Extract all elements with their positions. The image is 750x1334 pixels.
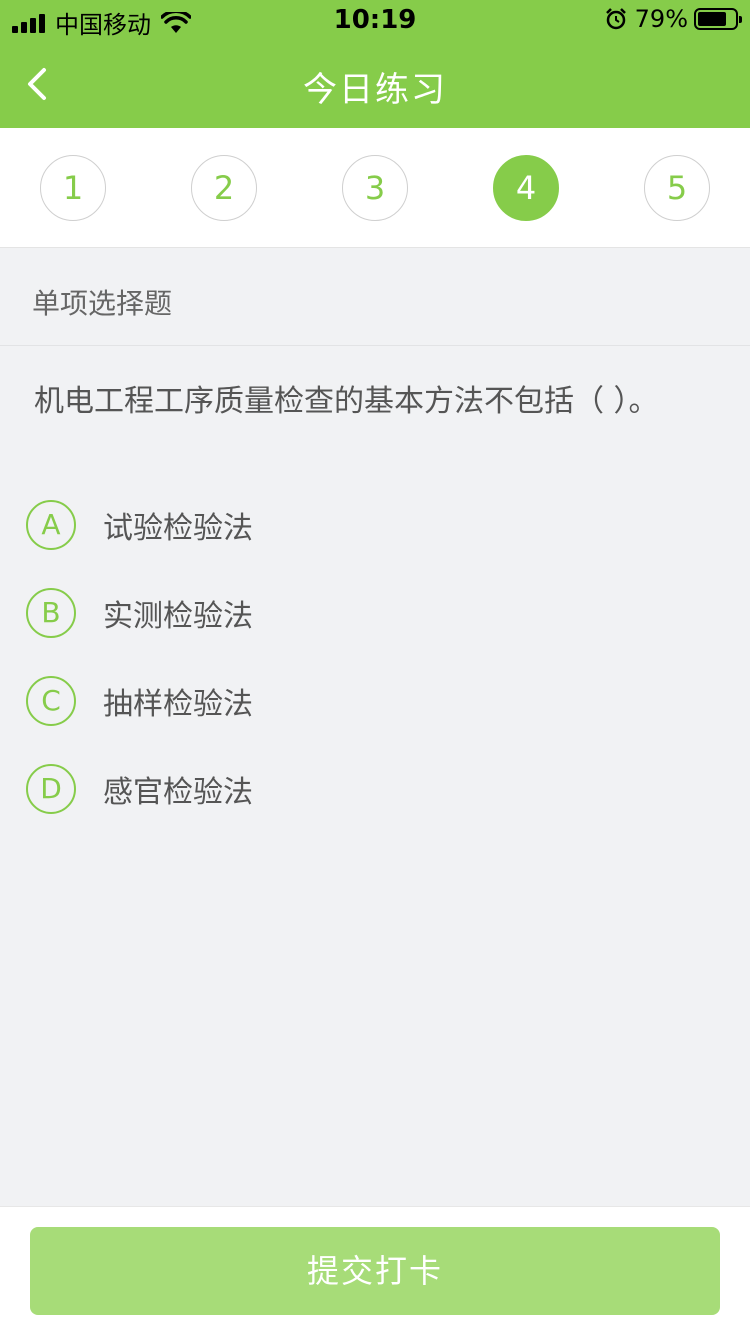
battery-percent: 79%	[634, 5, 688, 33]
question-type-label: 单项选择题	[32, 287, 173, 320]
question-text: 机电工程工序质量检查的基本方法不包括（ ）。	[34, 384, 659, 419]
option-b-letter: B	[26, 588, 76, 638]
step-1[interactable]: 1	[40, 155, 106, 221]
option-d[interactable]: D 感官检验法	[26, 764, 726, 814]
status-right: 79%	[605, 5, 742, 33]
step-5[interactable]: 5	[644, 155, 710, 221]
option-d-letter: D	[26, 764, 76, 814]
option-c[interactable]: C 抽样检验法	[26, 676, 726, 726]
submit-checkin-button[interactable]: 提交打卡	[30, 1227, 720, 1315]
nav-bar: 今日练习	[0, 40, 750, 128]
page-title: 今日练习	[303, 70, 447, 110]
option-a-text: 试验检验法	[103, 511, 253, 546]
battery-icon	[694, 8, 742, 30]
footer-bar: 提交打卡	[0, 1206, 750, 1334]
battery-nub	[739, 16, 742, 23]
option-d-text: 感官检验法	[103, 775, 253, 810]
battery-fill	[698, 12, 726, 26]
step-4[interactable]: 4	[493, 155, 559, 221]
app-header: 中国移动 10:19 79% 今日练习	[0, 0, 750, 128]
option-b-text: 实测检验法	[103, 599, 253, 634]
option-b[interactable]: B 实测检验法	[26, 588, 726, 638]
option-a-letter: A	[26, 500, 76, 550]
alarm-icon	[605, 8, 626, 30]
step-2[interactable]: 2	[191, 155, 257, 221]
step-3[interactable]: 3	[342, 155, 408, 221]
question-type-bar: 单项选择题	[0, 248, 750, 346]
option-c-text: 抽样检验法	[103, 687, 253, 722]
question-stepper: 1 2 3 4 5	[0, 128, 750, 248]
option-a[interactable]: A 试验检验法	[26, 500, 726, 550]
option-c-letter: C	[26, 676, 76, 726]
status-bar: 中国移动 10:19 79%	[0, 0, 750, 40]
